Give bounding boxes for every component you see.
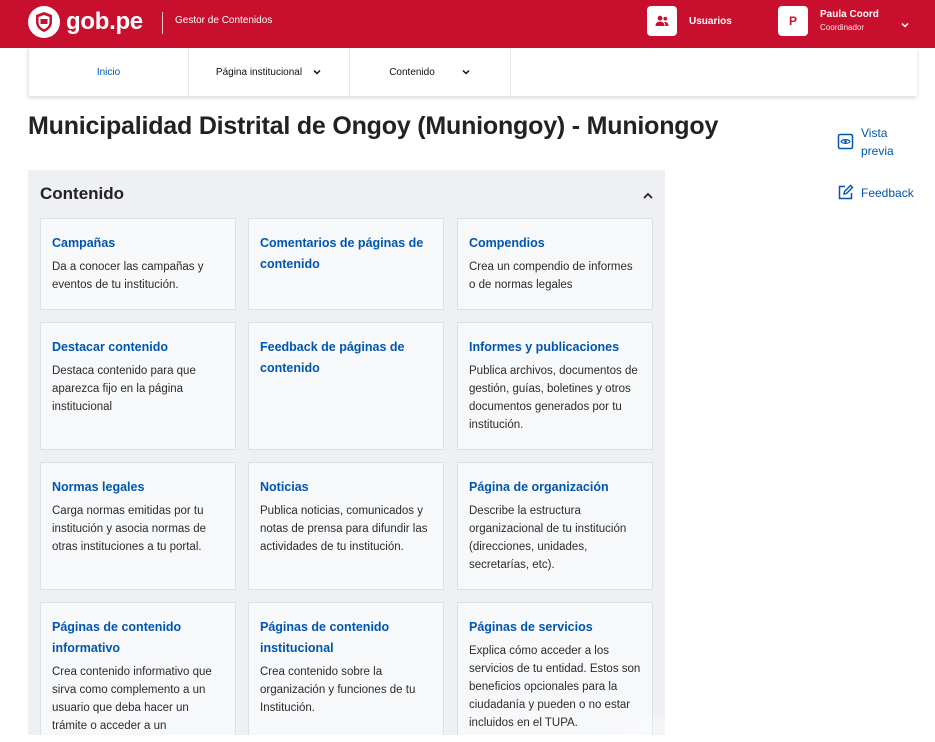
preview-label: Vista previa <box>861 126 894 158</box>
panel-heading: Contenido <box>40 184 125 203</box>
preview-link[interactable]: Vista previa <box>837 124 917 160</box>
page-title: Municipalidad Distrital de Ongoy (Munion… <box>28 112 719 140</box>
card-campanas[interactable]: Campañas Da a conocer las campañas y eve… <box>40 218 236 310</box>
card-title: Compendios <box>469 236 545 250</box>
card-noticias[interactable]: Noticias Publica noticias, comunicados y… <box>248 462 444 590</box>
card-title: Comentarios de páginas de contenido <box>260 236 424 271</box>
eye-icon <box>837 133 854 150</box>
chevron-down-icon <box>900 16 910 34</box>
card-description: Publica archivos, documentos de gestión,… <box>469 365 638 431</box>
card-title: Normas legales <box>52 480 145 494</box>
card-description: Crea contenido sobre la organización y f… <box>260 666 416 714</box>
main-nav: Inicio Página institucional Contenido <box>28 48 917 96</box>
card-title: Páginas de contenido institucional <box>260 620 390 655</box>
card-title: Informes y publicaciones <box>469 340 620 354</box>
card-title: Destacar contenido <box>52 340 169 354</box>
card-destacar-contenido[interactable]: Destacar contenido Destaca contenido par… <box>40 322 236 450</box>
nav-home-label: Inicio <box>96 66 121 78</box>
card-contenido-institucional[interactable]: Páginas de contenido institucional Crea … <box>248 602 444 735</box>
nav-home[interactable]: Inicio <box>29 48 189 96</box>
users-button[interactable]: Usuarios <box>647 6 732 36</box>
chevron-down-icon <box>461 68 471 76</box>
card-description: Crea contenido informativo que sirva com… <box>52 666 212 732</box>
card-feedback-paginas[interactable]: Feedback de páginas de contenido <box>248 322 444 450</box>
edit-icon <box>838 184 854 200</box>
card-title: Campañas <box>52 236 116 250</box>
card-description: Crea un compendio de informes o de norma… <box>469 261 633 291</box>
card-comentarios[interactable]: Comentarios de páginas de contenido <box>248 218 444 310</box>
peru-shield-icon <box>28 6 60 38</box>
card-description: Da a conocer las campañas y eventos de t… <box>52 261 204 291</box>
card-title: Feedback de páginas de contenido <box>260 340 405 375</box>
card-description: Carga normas emitidas por tu institución… <box>52 505 207 553</box>
gob-pe-logo[interactable]: gob.pe <box>28 6 143 38</box>
card-description: Destaca contenido para que aparezca fijo… <box>52 365 196 413</box>
user-menu[interactable]: P Paula Coord Coordinador <box>778 6 909 36</box>
card-normas-legales[interactable]: Normas legales Carga normas emitidas por… <box>40 462 236 590</box>
feedback-link[interactable]: Feedback <box>837 184 914 202</box>
feedback-label: Feedback <box>861 186 914 200</box>
top-bar: gob.pe Gestor de Contenidos Usuarios P P… <box>0 0 935 48</box>
chevron-up-icon <box>643 192 653 199</box>
card-contenido-informativo[interactable]: Páginas de contenido informativo Crea co… <box>40 602 236 735</box>
collapse-toggle[interactable] <box>641 188 655 206</box>
nav-institutional-page-label: Página institucional <box>215 66 303 78</box>
users-label: Usuarios <box>689 15 732 27</box>
card-title: Noticias <box>260 480 309 494</box>
avatar: P <box>778 6 808 36</box>
nav-content-label: Contenido <box>389 66 435 78</box>
card-title: Página de organización <box>469 480 609 494</box>
card-informes-publicaciones[interactable]: Informes y publicaciones Publica archivo… <box>457 322 653 450</box>
nav-institutional-page-dropdown[interactable]: Página institucional <box>189 48 350 96</box>
card-description: Explica cómo acceder a los servicios de … <box>469 645 641 729</box>
user-info: Paula Coord Coordinador <box>820 8 879 34</box>
card-description: Publica noticias, comunicados y notas de… <box>260 505 428 553</box>
card-compendios[interactable]: Compendios Crea un compendio de informes… <box>457 218 653 310</box>
logo-text: gob.pe <box>66 8 143 35</box>
card-title: Páginas de servicios <box>469 620 593 634</box>
logo-divider <box>162 12 163 34</box>
user-name: Paula Coord <box>820 9 879 20</box>
app-name: Gestor de Contenidos <box>175 15 273 26</box>
card-paginas-servicios[interactable]: Páginas de servicios Explica cómo accede… <box>457 602 653 735</box>
users-icon <box>647 6 677 36</box>
card-pagina-organizacion[interactable]: Página de organización Describe la estru… <box>457 462 653 590</box>
card-description: Describe la estructura organizacional de… <box>469 505 627 571</box>
card-title: Páginas de contenido informativo <box>52 620 182 655</box>
content-panel: Contenido Campañas Da a conocer las camp… <box>28 170 665 735</box>
user-role: Coordinador <box>820 23 865 32</box>
chevron-down-icon <box>312 68 322 76</box>
nav-content-dropdown[interactable]: Contenido <box>350 48 511 96</box>
